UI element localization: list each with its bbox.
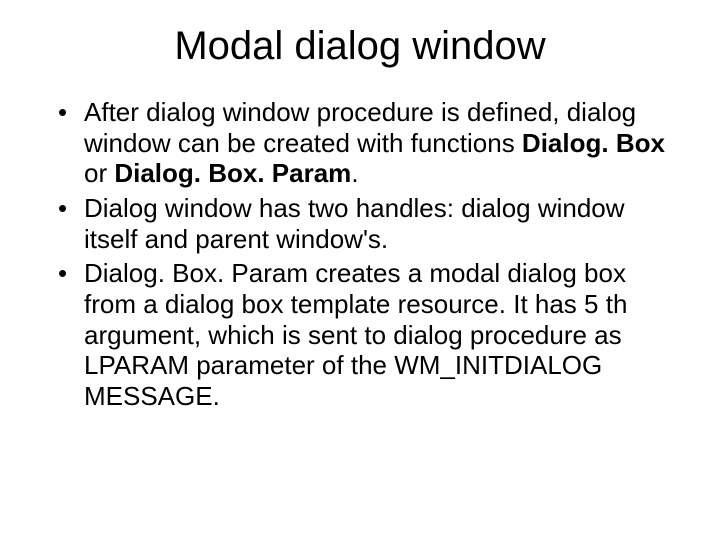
- list-item: Dialog. Box. Param creates a modal dialo…: [58, 258, 670, 411]
- bullet-text: .: [351, 158, 358, 188]
- slide: Modal dialog window After dialog window …: [0, 0, 720, 540]
- bullet-text: Dialog window has two handles: dialog wi…: [84, 193, 625, 254]
- list-item: After dialog window procedure is defined…: [58, 97, 670, 189]
- bullet-bold: Dialog. Box: [522, 128, 665, 158]
- bullet-text: or: [84, 158, 114, 188]
- bullet-text: Dialog. Box. Param creates a modal dialo…: [84, 258, 627, 411]
- bullet-bold: Dialog. Box. Param: [114, 158, 351, 188]
- slide-title: Modal dialog window: [40, 24, 680, 69]
- bullet-list: After dialog window procedure is defined…: [40, 97, 680, 412]
- list-item: Dialog window has two handles: dialog wi…: [58, 193, 670, 254]
